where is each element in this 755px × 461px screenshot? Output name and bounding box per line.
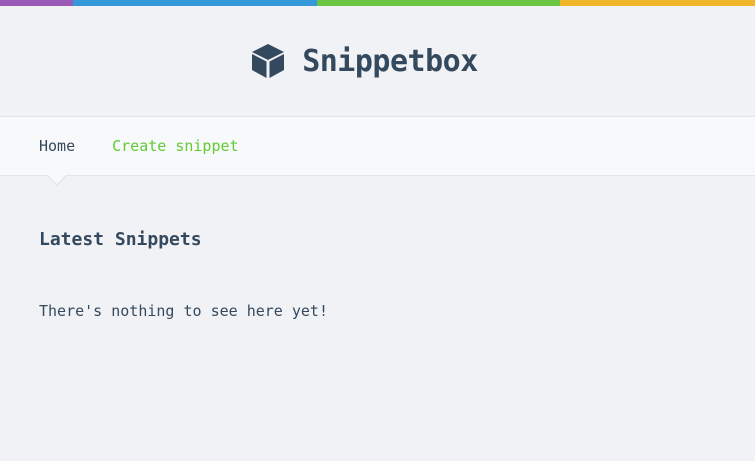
color-bar-purple bbox=[0, 0, 73, 6]
site-header: Snippetbox bbox=[0, 6, 755, 116]
brand-name: Snippetbox bbox=[302, 43, 478, 79]
main-content: Latest Snippets There's nothing to see h… bbox=[0, 176, 755, 320]
main-nav: Home Create snippet bbox=[0, 116, 755, 186]
page-heading: Latest Snippets bbox=[39, 229, 202, 250]
top-color-bar bbox=[0, 0, 755, 6]
nav-create-snippet-link[interactable]: Create snippet bbox=[112, 137, 238, 155]
cube-icon bbox=[252, 44, 285, 78]
color-bar-yellow bbox=[560, 0, 755, 6]
color-bar-blue bbox=[73, 0, 317, 6]
brand-link[interactable]: Snippetbox bbox=[251, 43, 478, 79]
active-nav-indicator bbox=[46, 174, 68, 186]
color-bar-green bbox=[317, 0, 560, 6]
nav-home-link[interactable]: Home bbox=[39, 137, 75, 155]
empty-state-message: There's nothing to see here yet! bbox=[39, 302, 328, 320]
